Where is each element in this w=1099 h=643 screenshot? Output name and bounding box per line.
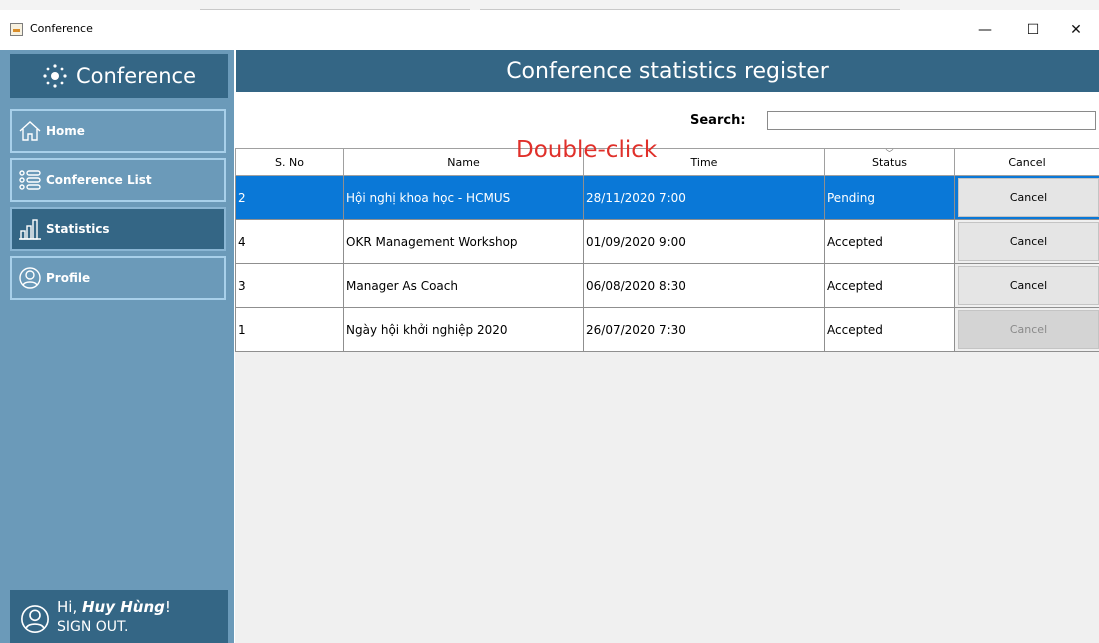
cell-cancel: Cancel (954, 175, 1099, 220)
cell-sno: 1 (235, 307, 344, 352)
sidebar-item-label: Conference List (46, 173, 152, 187)
sort-indicator-icon: ﹀ (885, 149, 894, 158)
sidebar: Conference Home Conference List Statisti… (0, 50, 234, 643)
table-row[interactable]: 1 Ngày hội khởi nghiệp 2020 26/07/2020 7… (235, 307, 1099, 352)
maximize-button[interactable]: ☐ (1010, 14, 1056, 46)
cell-status: Accepted (824, 263, 955, 308)
sidebar-item-profile[interactable]: Profile (10, 256, 226, 300)
sidebar-item-label: Home (46, 124, 85, 138)
title-bar: Conference — ☐ ✕ (0, 10, 1099, 50)
cell-name: OKR Management Workshop (343, 219, 584, 264)
user-greeting: Hi, Huy Hùng! (57, 598, 171, 616)
java-app-icon (10, 23, 23, 36)
window-title: Conference (30, 22, 93, 35)
cell-cancel: Cancel (954, 263, 1099, 308)
cell-sno: 3 (235, 263, 344, 308)
search-input[interactable] (767, 111, 1096, 130)
list-icon (18, 168, 42, 192)
cell-status: Pending (824, 175, 955, 220)
cell-sno: 4 (235, 219, 344, 264)
user-name: Huy Hùng (81, 598, 165, 616)
column-header-cancel[interactable]: Cancel (954, 148, 1099, 176)
cell-cancel: Cancel (954, 219, 1099, 264)
close-button[interactable]: ✕ (1053, 14, 1099, 46)
bar-chart-icon (18, 217, 42, 241)
cell-time: 06/08/2020 8:30 (583, 263, 825, 308)
page-title: Conference statistics register (236, 50, 1099, 92)
app-logo[interactable]: Conference (10, 54, 228, 98)
cell-name: Manager As Coach (343, 263, 584, 308)
sidebar-item-statistics[interactable]: Statistics (10, 207, 226, 251)
table-row[interactable]: 2 Hội nghị khoa học - HCMUS 28/11/2020 7… (235, 175, 1099, 220)
double-click-annotation: Double-click (516, 137, 658, 163)
column-header-sno[interactable]: S. No (235, 148, 344, 176)
cell-status: Accepted (824, 219, 955, 264)
cell-name: Hội nghị khoa học - HCMUS (343, 175, 584, 220)
cancel-button-disabled: Cancel (958, 310, 1099, 349)
conference-logo-icon (42, 63, 68, 89)
table-header-row: S. No Name Time ﹀ Status Cancel (235, 148, 1099, 176)
user-icon (18, 266, 42, 290)
cancel-button[interactable]: Cancel (958, 222, 1099, 261)
greeting-text: Hi, (57, 598, 82, 616)
avatar-icon (20, 604, 50, 637)
cell-cancel: Cancel (954, 307, 1099, 352)
cell-time: 28/11/2020 7:00 (583, 175, 825, 220)
cell-sno: 2 (235, 175, 344, 220)
cell-status: Accepted (824, 307, 955, 352)
greeting-suffix: ! (164, 598, 171, 616)
sign-out-link[interactable]: SIGN OUT. (57, 619, 128, 635)
conference-table: S. No Name Time ﹀ Status Cancel 2 Hội ngh… (235, 148, 1099, 352)
cell-time: 26/07/2020 7:30 (583, 307, 825, 352)
cancel-button[interactable]: Cancel (958, 178, 1099, 217)
sidebar-item-conference-list[interactable]: Conference List (10, 158, 226, 202)
search-label: Search: (690, 113, 746, 128)
sidebar-item-label: Profile (46, 271, 91, 285)
table-row[interactable]: 3 Manager As Coach 06/08/2020 8:30 Accep… (235, 263, 1099, 308)
cancel-button[interactable]: Cancel (958, 266, 1099, 305)
background-window-strip (0, 0, 1099, 11)
cell-time: 01/09/2020 9:00 (583, 219, 825, 264)
app-logo-text: Conference (75, 64, 196, 88)
home-icon (18, 119, 42, 143)
user-panel: Hi, Huy Hùng! SIGN OUT. (10, 590, 228, 643)
column-header-status[interactable]: ﹀ Status (824, 148, 955, 176)
sidebar-item-label: Statistics (46, 222, 110, 236)
table-row[interactable]: 4 OKR Management Workshop 01/09/2020 9:0… (235, 219, 1099, 264)
cell-name: Ngày hội khởi nghiệp 2020 (343, 307, 584, 352)
minimize-button[interactable]: — (962, 14, 1008, 46)
sidebar-item-home[interactable]: Home (10, 109, 226, 153)
